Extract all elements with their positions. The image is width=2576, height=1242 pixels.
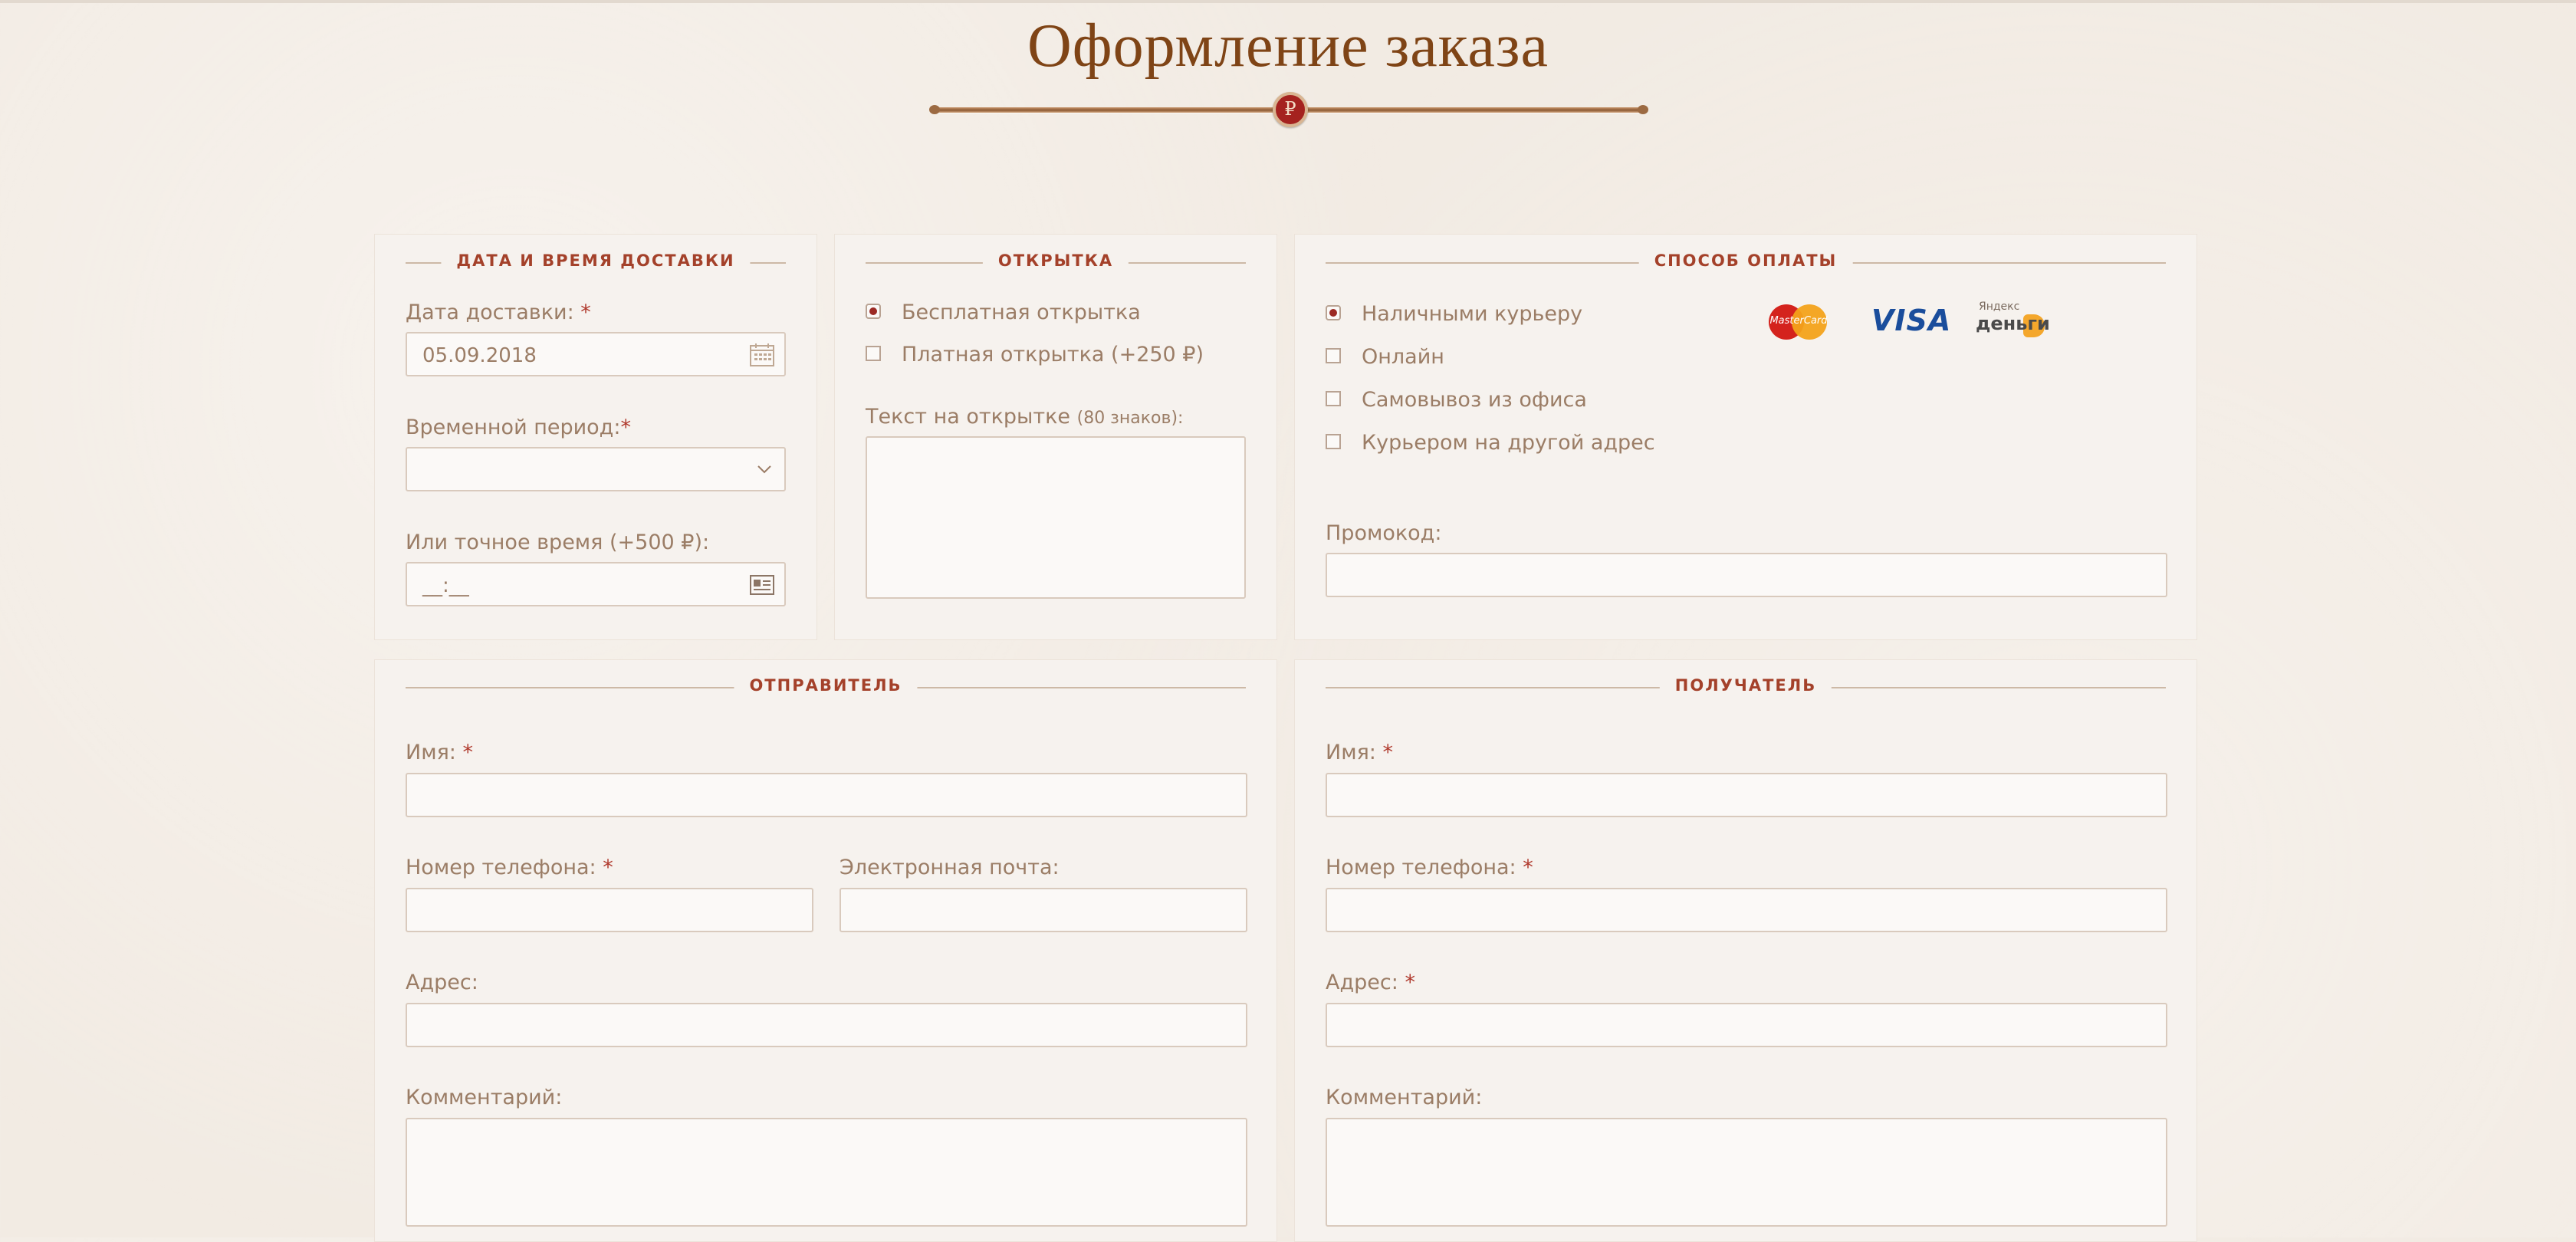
free-card-radio[interactable] [866,304,881,319]
sender-address-label: Адрес: [406,971,478,994]
card-text-textarea[interactable] [866,436,1246,599]
sender-name-label: Имя: * [406,741,473,764]
promo-code-label: Промокод: [1326,521,1442,545]
promo-code-input[interactable] [1326,553,2167,597]
recipient-phone-label: Номер телефона: * [1326,856,1533,879]
recipient-legend: ПОЛУЧАТЕЛЬ [1326,676,2166,695]
delivery-date-label: Дата доставки: * [406,301,591,324]
free-card-label[interactable]: Бесплатная открытка [902,301,1141,324]
paid-card-label[interactable]: Платная открытка (+250 ₽) [902,343,1204,366]
delivery-date-input[interactable]: 05.09.2018 [406,332,786,376]
recipient-comment-textarea[interactable] [1326,1118,2167,1227]
payment-cash-label[interactable]: Наличными курьеру [1362,302,1582,326]
recipient-comment-label: Комментарий: [1326,1086,1483,1109]
recipient-name-label: Имя: * [1326,741,1393,764]
payment-online-checkbox[interactable] [1326,348,1341,363]
payment-panel: СПОСОБ ОПЛАТЫ Наличными курьеру Онлайн С… [1294,234,2197,640]
sender-legend: ОТПРАВИТЕЛЬ [406,676,1246,695]
recipient-name-input[interactable] [1326,773,2167,817]
mastercard-logo: MasterCard [1769,301,1830,341]
card-legend: ОТКРЫТКА [866,251,1246,270]
paid-card-checkbox[interactable] [866,346,881,361]
sender-comment-label: Комментарий: [406,1086,563,1109]
payment-pickup-checkbox[interactable] [1326,391,1341,406]
time-period-label: Временной период:* [406,416,631,439]
page-title: Оформление заказа [1027,12,1549,80]
sender-address-input[interactable] [406,1003,1247,1047]
exact-time-value: __:__ [422,574,469,597]
visa-logo: VISA [1871,304,1952,337]
ruble-icon: ₽ [1273,92,1308,127]
sender-email-label: Электронная почта: [840,856,1060,879]
yandex-money-logo: Яндекс деньги [1976,301,2052,340]
delivery-legend: ДАТА И ВРЕМЯ ДОСТАВКИ [406,251,786,270]
recipient-phone-input[interactable] [1326,888,2167,932]
sender-comment-textarea[interactable] [406,1118,1247,1227]
sender-phone-input[interactable] [406,888,813,932]
payment-other-address-label[interactable]: Курьером на другой адрес [1362,431,1655,455]
payment-online-label[interactable]: Онлайн [1362,345,1444,369]
payment-other-address-checkbox[interactable] [1326,434,1341,449]
delivery-panel: ДАТА И ВРЕМЯ ДОСТАВКИ Дата доставки: * 0… [374,234,817,640]
sender-name-input[interactable] [406,773,1247,817]
payment-cash-radio[interactable] [1326,305,1341,320]
payment-pickup-label[interactable]: Самовывоз из офиса [1362,388,1587,412]
time-picker-icon[interactable] [749,574,775,596]
recipient-address-label: Адрес: * [1326,971,1415,994]
recipient-address-input[interactable] [1326,1003,2167,1047]
calendar-icon[interactable] [749,343,775,367]
card-panel: ОТКРЫТКА Бесплатная открытка Платная отк… [834,234,1277,640]
title-ornament: ₽ [929,92,1648,129]
delivery-date-value: 05.09.2018 [422,344,537,367]
payment-legend: СПОСОБ ОПЛАТЫ [1326,251,2166,270]
chevron-down-icon [757,465,771,474]
sender-email-input[interactable] [840,888,1247,932]
sender-panel: ОТПРАВИТЕЛЬ Имя: * Номер телефона: * Эле… [374,659,1277,1242]
sender-phone-label: Номер телефона: * [406,856,613,879]
card-text-label: Текст на открытке (80 знаков): [866,405,1184,429]
exact-time-input[interactable]: __:__ [406,562,786,606]
top-border [0,0,2576,3]
time-period-select[interactable] [406,447,786,491]
exact-time-label: Или точное время (+500 ₽): [406,531,710,554]
recipient-panel: ПОЛУЧАТЕЛЬ Имя: * Номер телефона: * Адре… [1294,659,2197,1242]
